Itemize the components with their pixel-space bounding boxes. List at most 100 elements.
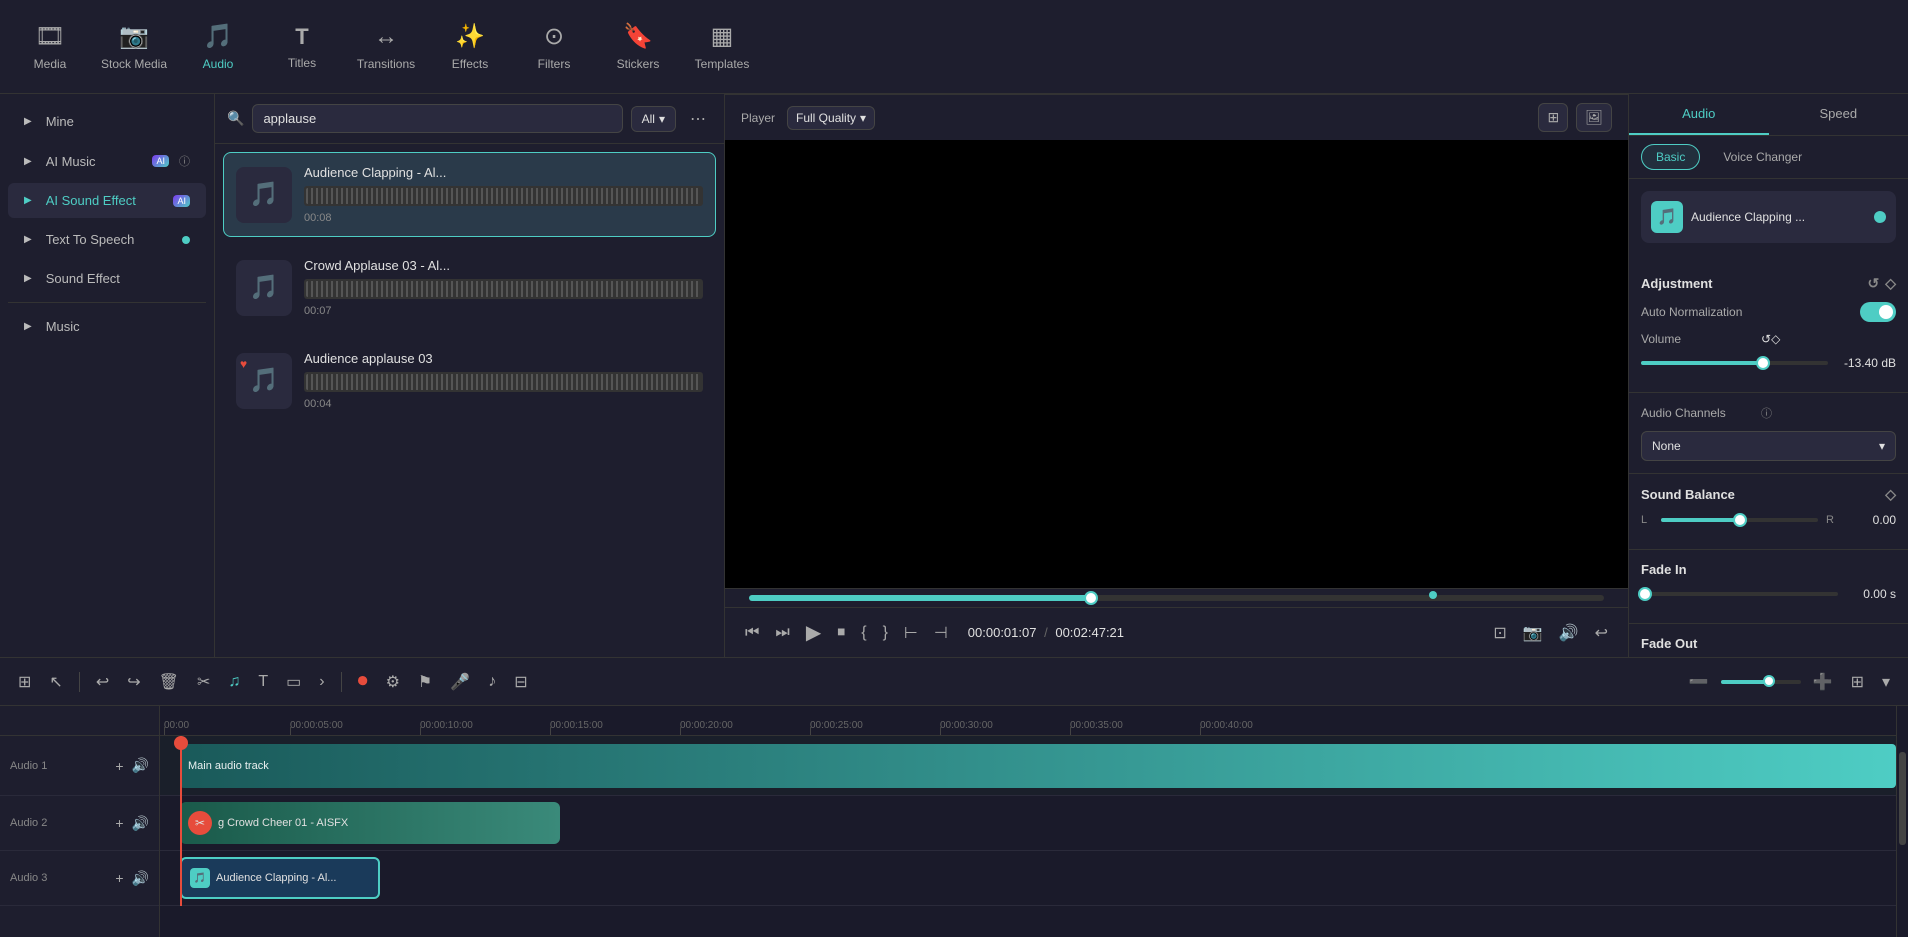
nav-effects[interactable]: ✨ Effects (430, 7, 510, 87)
nav-audio[interactable]: 🎵 Audio (178, 7, 258, 87)
rect-btn[interactable]: ▭ (280, 668, 307, 696)
track-row-audio1: Main audio track (160, 736, 1896, 796)
nav-stock-media[interactable]: 📷 Stock Media (94, 7, 174, 87)
nav-stickers[interactable]: 🔖 Stickers (598, 7, 678, 87)
add-track3-icon[interactable]: + (115, 870, 123, 886)
zoom-slider[interactable] (1721, 680, 1801, 684)
nav-templates[interactable]: ▦ Templates (682, 7, 762, 87)
zoom-handle[interactable] (1763, 675, 1775, 687)
chevron-down-btn[interactable]: ▾ (1876, 668, 1896, 696)
undo-btn[interactable]: ↩ (90, 668, 115, 696)
progress-handle[interactable] (1084, 591, 1098, 605)
info-icon[interactable]: ⓘ (179, 153, 190, 169)
audio-clip-audience[interactable]: 🎵 Audience Clapping - Al... (180, 857, 380, 899)
more-btn[interactable]: ↩ (1591, 619, 1612, 647)
playback-buttons: ⏮ ⏭ ▶ ⏹ { } ⊢ ⊣ 00:00:01:07 / 00:02:47:2… (741, 616, 1612, 649)
sidebar-item-text-to-speech[interactable]: ▶ Text To Speech (8, 222, 206, 257)
diamond-icon[interactable]: ◇ (1885, 275, 1896, 292)
sidebar-item-ai-sound-effect[interactable]: ▶ AI Sound Effect AI (8, 183, 206, 218)
track-labels: Audio 1 + 🔊 Audio 2 + 🔊 Audio 3 + 🔊 (0, 706, 160, 937)
frame-back-btn[interactable]: ⏭ (771, 620, 793, 646)
audio-clip-crowd[interactable]: ✂ g Crowd Cheer 01 - AISFX (180, 802, 560, 844)
progress-bar[interactable] (749, 595, 1604, 601)
search-input[interactable] (252, 104, 622, 133)
split-btn[interactable]: ♫ (222, 669, 246, 695)
tab-speed[interactable]: Speed (1769, 94, 1908, 135)
photo-view-btn[interactable]: 🖼 (1576, 103, 1612, 132)
stop-btn[interactable]: ⏹ (833, 620, 849, 646)
add-track-icon[interactable]: + (115, 758, 123, 774)
sidebar-item-music[interactable]: ▶ Music (8, 309, 206, 344)
mute-icon[interactable]: 🔊 (132, 757, 149, 774)
nav-titles[interactable]: T Titles (262, 7, 342, 87)
balance-slider[interactable] (1661, 518, 1818, 522)
quality-select[interactable]: Full Quality ▾ (787, 106, 875, 130)
audio-item-3[interactable]: ♥ 🎵 Audience applause 03 00:04 (223, 338, 716, 423)
skip-back-btn[interactable]: ⏮ (741, 620, 763, 646)
layers-btn[interactable]: ⊟ (508, 668, 533, 696)
add-track2-icon[interactable]: + (115, 815, 123, 831)
subtab-basic[interactable]: Basic (1641, 144, 1700, 170)
volume-reset-icon[interactable]: ↺ (1761, 332, 1771, 346)
bracket-in-btn[interactable]: { (857, 620, 870, 646)
screenshot-btn[interactable]: 📷 (1519, 619, 1547, 647)
expand-btn[interactable]: ⊣ (930, 619, 952, 647)
filter-dropdown[interactable]: All ▾ (631, 106, 676, 132)
grid-view-btn[interactable]: ⊞ (12, 668, 37, 696)
sidebar-item-ai-music[interactable]: ▶ AI Music AI ⓘ (8, 143, 206, 179)
progress-handle-end[interactable] (1429, 591, 1437, 599)
nav-filters[interactable]: ⊙ Filters (514, 7, 594, 87)
mute3-icon[interactable]: 🔊 (132, 870, 149, 887)
balance-diamond-icon[interactable]: ◇ (1885, 486, 1896, 503)
mic-btn[interactable]: 🎤 (444, 668, 476, 696)
delete-btn[interactable]: 🗑 (153, 668, 185, 696)
bracket-out-btn[interactable]: } (879, 620, 892, 646)
timeline-scrollbar[interactable] (1896, 706, 1908, 937)
settings-btn[interactable]: ⚙ (380, 668, 406, 696)
fade-in-slider[interactable] (1641, 592, 1838, 596)
playhead[interactable] (180, 736, 182, 906)
nav-media[interactable]: 🎞 Media (10, 7, 90, 87)
expand-icon: ▶ (24, 234, 32, 245)
tab-audio[interactable]: Audio (1629, 94, 1769, 135)
fade-in-handle[interactable] (1638, 587, 1652, 601)
volume-keyframe-icon[interactable]: ◇ (1771, 332, 1780, 346)
audio-clip-main[interactable]: Main audio track (180, 744, 1896, 788)
record-btn[interactable]: ⏺ (352, 666, 374, 697)
scroll-thumb[interactable] (1899, 752, 1906, 844)
fit-screen-btn[interactable]: ⊡ (1489, 619, 1510, 647)
ai-badge-2: AI (173, 195, 190, 207)
more-btn[interactable]: › (313, 669, 330, 695)
volume-handle[interactable] (1756, 356, 1770, 370)
grid-view-btn[interactable]: ⊞ (1538, 103, 1568, 132)
sidebar-item-sound-effect[interactable]: ▶ Sound Effect (8, 261, 206, 296)
grid-btn[interactable]: ⊞ (1845, 668, 1870, 696)
flag-btn[interactable]: ⚑ (412, 668, 438, 696)
audio-title-2: Crowd Applause 03 - Al... (304, 258, 703, 273)
prev-clip-btn[interactable]: ⊢ (900, 619, 922, 647)
zoom-in-btn[interactable]: ➕ (1807, 668, 1839, 696)
balance-handle[interactable] (1733, 513, 1747, 527)
cut-btn[interactable]: ✂ (191, 668, 216, 696)
nav-transitions[interactable]: ↔ Transitions (346, 7, 426, 87)
channels-info-icon[interactable]: ⓘ (1761, 405, 1772, 421)
sound-balance-section: Sound Balance ◇ L R 0.00 (1629, 474, 1908, 550)
auto-norm-toggle[interactable] (1860, 302, 1896, 322)
channels-select[interactable]: None ▾ (1641, 431, 1896, 461)
audio-item-2[interactable]: 🎵 Crowd Applause 03 - Al... 00:07 (223, 245, 716, 330)
audio-item-1[interactable]: 🎵 Audience Clapping - Al... 00:08 (223, 152, 716, 237)
more-options-icon[interactable]: ⋯ (684, 105, 712, 133)
speaker-btn[interactable]: 🔊 (1555, 619, 1583, 647)
audio-btn[interactable]: ♪ (482, 669, 502, 695)
subtab-voice-changer[interactable]: Voice Changer (1708, 144, 1817, 170)
play-btn[interactable]: ▶ (802, 616, 825, 649)
expand-icon: ▶ (24, 321, 32, 332)
sidebar-item-mine[interactable]: ▶ Mine (8, 104, 206, 139)
mute2-icon[interactable]: 🔊 (132, 815, 149, 832)
text-btn[interactable]: T (252, 669, 274, 695)
pointer-btn[interactable]: ↖ (43, 668, 68, 696)
volume-slider[interactable] (1641, 361, 1828, 365)
zoom-out-btn[interactable]: ➖ (1683, 668, 1715, 696)
redo-btn[interactable]: ↪ (121, 668, 146, 696)
reset-icon[interactable]: ↺ (1867, 275, 1879, 292)
